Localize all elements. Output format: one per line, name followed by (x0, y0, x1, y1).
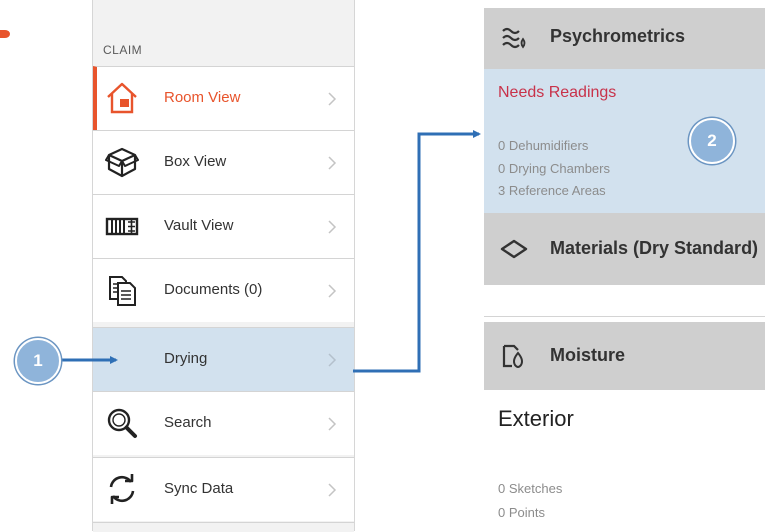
callout-badge-2: 2 (689, 118, 735, 164)
callout-badge-1: 1 (15, 338, 61, 384)
annotation-arrows (58, 130, 481, 373)
connector-arrow (353, 130, 481, 373)
